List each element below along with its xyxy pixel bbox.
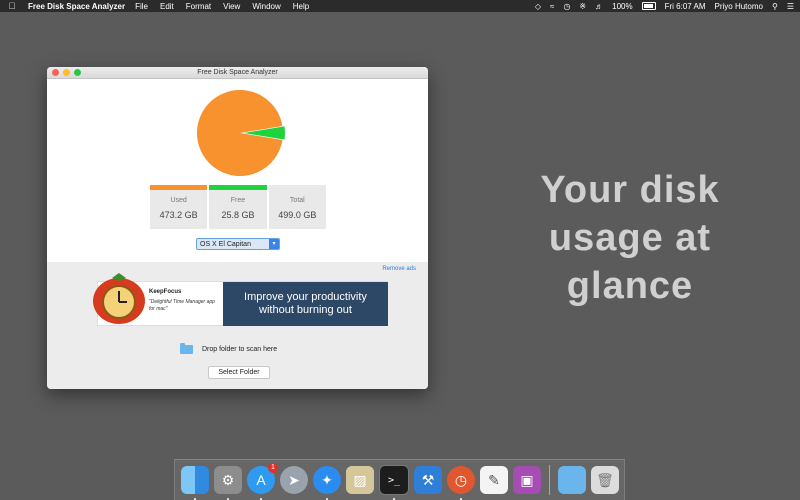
lower-panel: Remove ads KeepFocus "Delightful Time Ma… <box>47 262 428 389</box>
downloads-folder-icon[interactable] <box>558 466 586 494</box>
zoom-window-button[interactable] <box>74 69 81 76</box>
chevron-down-icon[interactable]: ▾ <box>269 239 279 249</box>
battery-percent[interactable]: 100% <box>612 2 632 11</box>
disk-usage-pie-chart <box>197 90 285 176</box>
ad-banner[interactable]: KeepFocus "Delightful Time Manager app f… <box>93 273 388 326</box>
stat-total: Total 499.0 GB <box>268 185 326 229</box>
safari-icon[interactable]: ✦ <box>313 466 341 500</box>
stat-free: Free 25.8 GB <box>209 185 267 229</box>
dock: ⚙ A1 ➤ ✦ ▨ >_ ⚒ ◷ ✎ ▣ 🗑 <box>174 459 625 500</box>
drop-zone[interactable]: Drop folder to scan here <box>180 343 278 354</box>
volume-icon[interactable]: ♬ <box>595 2 603 11</box>
minimize-window-button[interactable] <box>63 69 70 76</box>
system-preferences-icon[interactable]: ⚙ <box>214 466 242 500</box>
apple-menu-icon[interactable]:  <box>4 1 20 11</box>
menu-window[interactable]: Window <box>252 2 280 11</box>
menu-clock[interactable]: Fri 6:07 AM <box>665 2 706 11</box>
folder-icon <box>180 343 193 354</box>
tagline: Your disk usage at glance <box>540 169 720 307</box>
time-machine-icon[interactable]: ◷ <box>563 2 570 11</box>
stat-free-value: 25.8 GB <box>221 210 255 220</box>
app-window: Free Disk Space Analyzer Used 473.2 GB F… <box>47 67 428 389</box>
drop-label: Drop folder to scan here <box>202 346 278 353</box>
dropbox-icon[interactable]: ◇ <box>535 2 541 11</box>
menu-file[interactable]: File <box>135 2 148 11</box>
volume-select-value: OS X El Capitan <box>200 241 251 248</box>
wifi-icon[interactable]: ≈ <box>550 2 554 11</box>
menu-view[interactable]: View <box>223 2 240 11</box>
volume-select[interactable]: OS X El Capitan ▾ <box>196 238 280 250</box>
keepfocus-icon[interactable]: ◷ <box>447 466 475 500</box>
ad-headline: Improve your productivity without burnin… <box>223 282 388 326</box>
finder-icon[interactable] <box>181 466 209 500</box>
remove-ads-link[interactable]: Remove ads <box>382 266 416 272</box>
stat-used-value: 473.2 GB <box>159 210 198 220</box>
dock-separator <box>549 465 550 495</box>
stat-total-label: Total <box>289 197 305 204</box>
close-window-button[interactable] <box>52 69 59 76</box>
textedit-icon[interactable]: ✎ <box>480 466 508 494</box>
xcode-icon[interactable]: ⚒ <box>414 466 442 494</box>
menu-format[interactable]: Format <box>186 2 211 11</box>
stat-free-label: Free <box>230 197 246 204</box>
ad-brand: KeepFocus <box>149 289 182 295</box>
stat-used: Used 473.2 GB <box>150 185 208 229</box>
terminal-icon[interactable]: >_ <box>379 465 409 500</box>
total-color-bar <box>269 185 326 190</box>
launchpad-icon[interactable]: ➤ <box>280 466 308 494</box>
preview-icon[interactable]: ▨ <box>346 466 374 494</box>
spotlight-search-icon[interactable]: ⚲ <box>772 2 778 11</box>
notification-center-icon[interactable]: ☰ <box>787 2 794 11</box>
ad-quote: "Delightful Time Manager app for mac" <box>149 299 215 312</box>
bluetooth-icon[interactable]: ※ <box>579 2 586 11</box>
battery-icon[interactable] <box>641 2 656 10</box>
stat-used-label: Used <box>170 197 187 204</box>
menu-help[interactable]: Help <box>293 2 309 11</box>
tomato-clock-icon <box>93 273 145 324</box>
used-color-bar <box>150 185 208 190</box>
free-color-bar <box>209 185 267 190</box>
select-folder-button[interactable]: Select Folder <box>208 366 270 379</box>
photo-icon[interactable]: ▣ <box>513 466 541 494</box>
menu-extras: ◇ ≈ ◷ ※ ♬ 100% Fri 6:07 AM Priyo Hutomo … <box>535 0 794 12</box>
window-titlebar[interactable]: Free Disk Space Analyzer <box>47 67 428 79</box>
trash-icon[interactable]: 🗑 <box>591 466 619 494</box>
stat-total-value: 499.0 GB <box>278 210 317 220</box>
window-title: Free Disk Space Analyzer <box>197 69 278 76</box>
app-store-badge: 1 <box>268 463 278 473</box>
menu-user[interactable]: Priyo Hutomo <box>715 2 763 11</box>
app-store-icon[interactable]: A1 <box>247 463 278 500</box>
menu-bar:  Free Disk Space Analyzer File Edit For… <box>0 0 800 12</box>
menu-edit[interactable]: Edit <box>160 2 174 11</box>
menu-app-name[interactable]: Free Disk Space Analyzer <box>28 2 125 11</box>
disk-stats: Used 473.2 GB Free 25.8 GB Total 499.0 G… <box>150 185 326 229</box>
